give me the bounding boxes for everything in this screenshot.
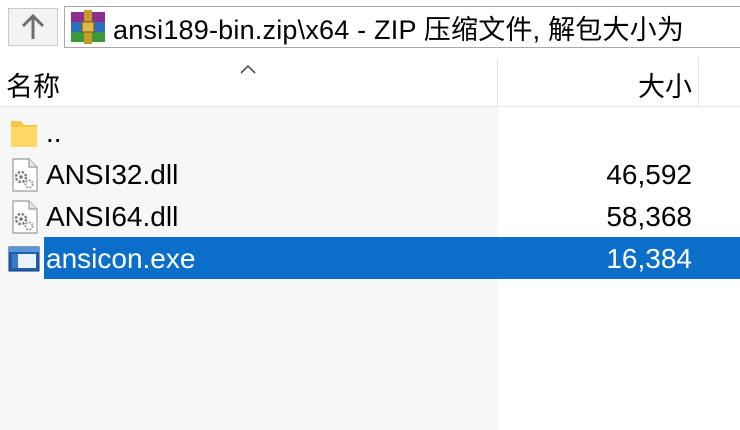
column-header-name[interactable]: 名称 [0,58,498,106]
file-list[interactable]: .. ANSI32.dll 46,592 ANSI64.dll 58,368 a… [0,107,740,430]
column-header-size[interactable]: 大小 [498,58,699,106]
list-item[interactable]: ANSI32.dll 46,592 [0,153,740,195]
exe-file-icon [8,246,40,272]
list-item-selected[interactable]: ansicon.exe 16,384 [0,237,740,279]
up-button[interactable] [8,8,58,46]
file-name: .. [46,117,62,148]
toolbar: ansi189-bin.zip\x64 - ZIP 压缩文件, 解包大小为 [0,0,740,54]
dll-file-icon [12,158,38,192]
file-size: 46,592 [606,159,692,190]
folder-icon [11,121,37,147]
column-name-label: 名称 [6,72,60,102]
dll-file-icon [12,200,38,234]
file-name: ANSI32.dll [46,159,179,190]
sort-ascending-icon [240,64,256,74]
file-size: 58,368 [606,201,692,232]
list-item[interactable]: ANSI64.dll 58,368 [0,195,740,237]
list-item-parent[interactable]: .. [0,111,740,153]
file-name: ANSI64.dll [46,201,179,232]
address-path: ansi189-bin.zip\x64 - ZIP 压缩文件, 解包大小为 [113,14,685,45]
winrar-archive-icon [71,10,105,44]
address-bar[interactable]: ansi189-bin.zip\x64 - ZIP 压缩文件, 解包大小为 [64,6,740,48]
column-header: 名称 大小 [0,58,740,107]
file-size: 16,384 [606,243,692,274]
arrow-up-icon [21,13,45,39]
file-name: ansicon.exe [46,243,196,274]
column-size-label: 大小 [638,72,692,102]
